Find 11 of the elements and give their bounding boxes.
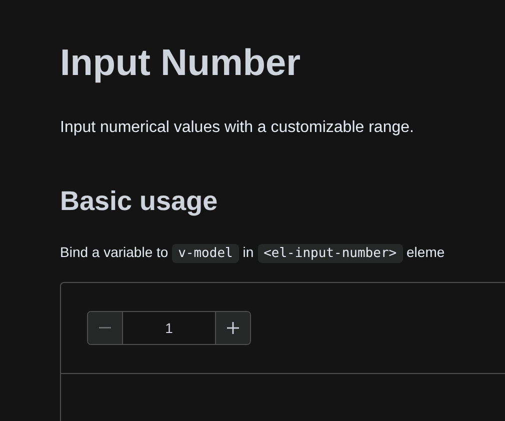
inline-code: v-model	[172, 244, 239, 263]
increase-button[interactable]	[215, 312, 250, 344]
page-description: Input numerical values with a customizable range.	[60, 118, 415, 138]
section-heading: Basic usage	[60, 185, 219, 218]
number-input[interactable]: 1	[87, 311, 251, 345]
page-title: Input Number	[60, 41, 302, 85]
plus-icon	[227, 322, 239, 334]
inline-code: <el-input-number>	[258, 244, 403, 263]
intro-sentence: Bind a variable to v-model in <el-input-number> eleme	[60, 243, 446, 265]
number-value: 1	[164, 319, 174, 338]
minus-icon	[99, 327, 111, 329]
